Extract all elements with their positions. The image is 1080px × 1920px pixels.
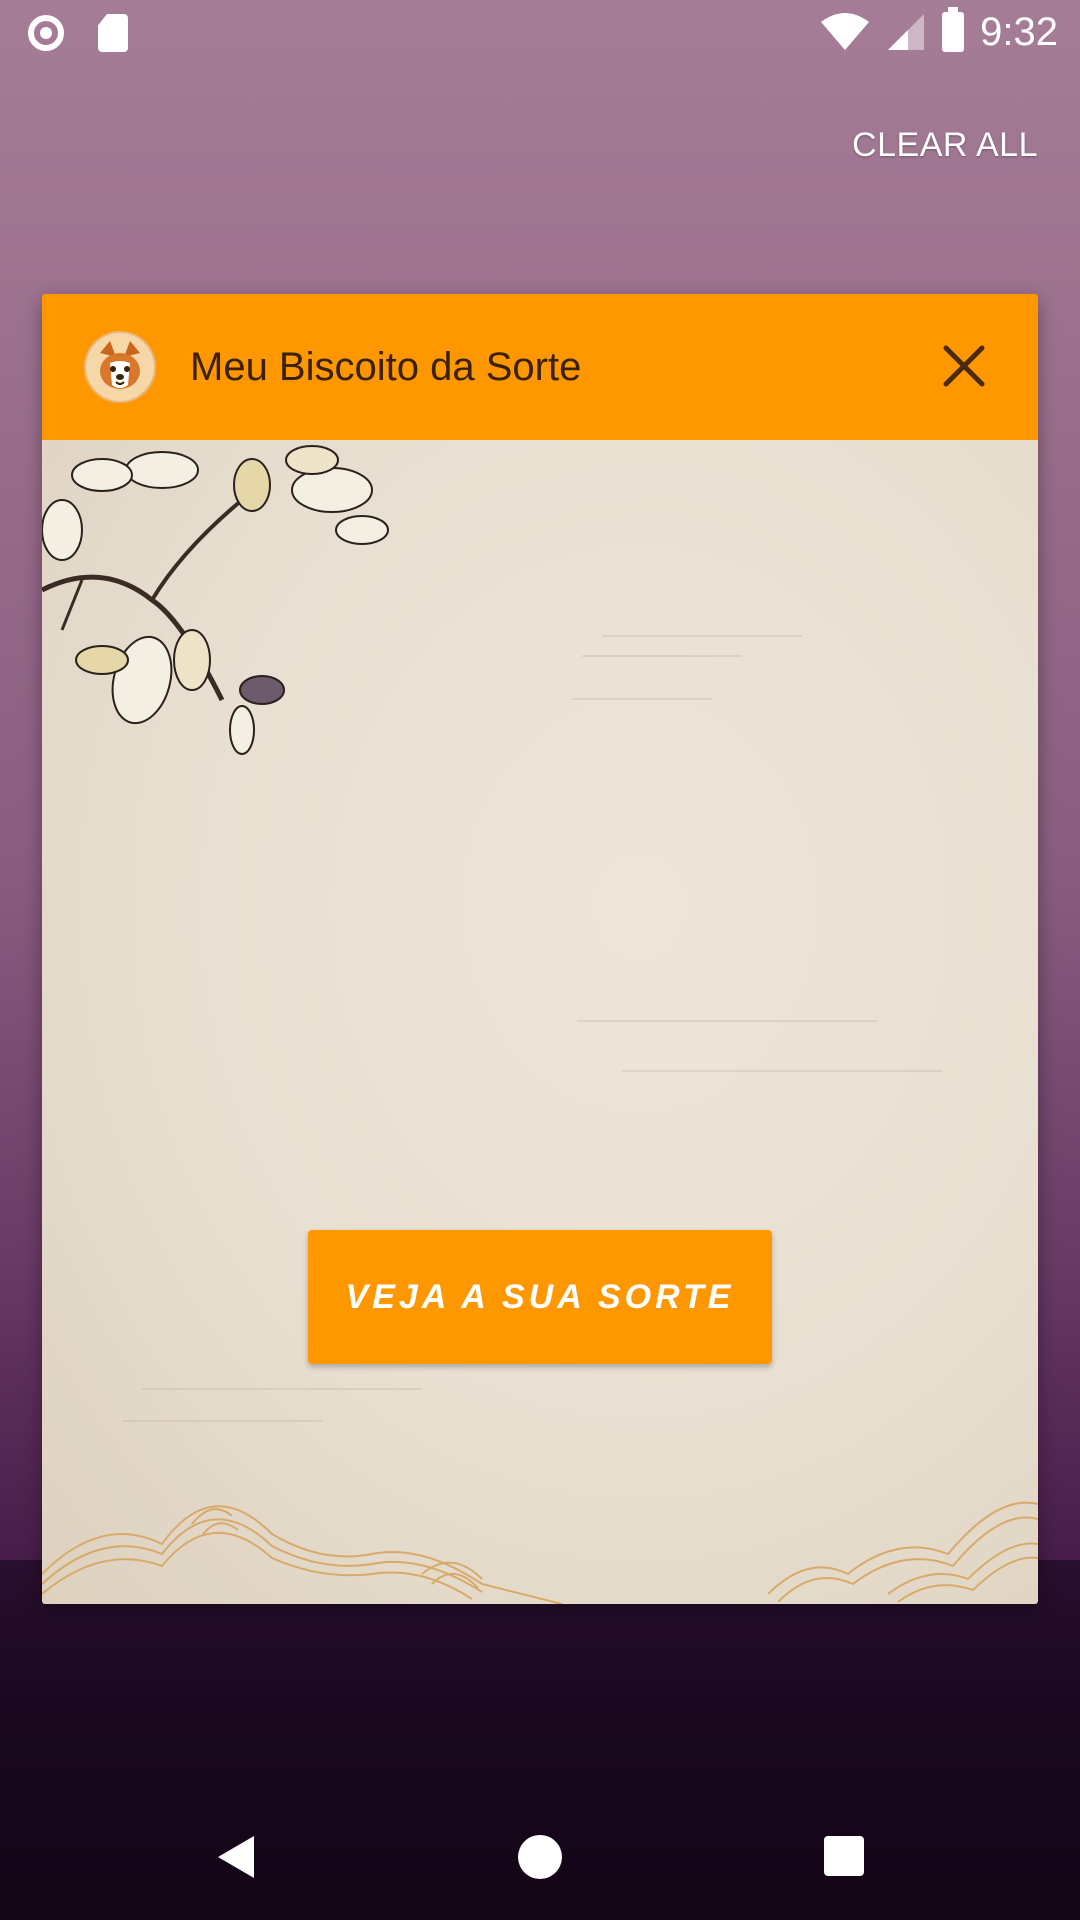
mountains-right-decoration bbox=[768, 1501, 1038, 1603]
status-right: 9:32 bbox=[820, 7, 1058, 56]
magnolia-decoration bbox=[42, 445, 389, 755]
app-screenshot: VEJA A SUA SORTE bbox=[42, 440, 1038, 1604]
recent-app-card[interactable]: Meu Biscoito da Sorte VEJA A SUA SORTE bbox=[42, 294, 1038, 1604]
paper-line bbox=[582, 655, 742, 657]
recents-icon[interactable] bbox=[824, 1836, 864, 1876]
navigation-bar bbox=[0, 1800, 1080, 1920]
clear-all-button[interactable]: CLEAR ALL bbox=[852, 126, 1038, 165]
card-header: Meu Biscoito da Sorte bbox=[42, 294, 1038, 440]
home-icon[interactable] bbox=[518, 1835, 562, 1879]
corgi-icon bbox=[84, 331, 156, 403]
status-left bbox=[28, 14, 128, 52]
mountains-left-decoration bbox=[42, 1505, 562, 1604]
sd-card-icon bbox=[98, 14, 128, 52]
status-time: 9:32 bbox=[980, 10, 1058, 54]
app-title: Meu Biscoito da Sorte bbox=[190, 345, 582, 389]
fortune-button-label: VEJA A SUA SORTE bbox=[345, 1277, 735, 1316]
paper-line bbox=[602, 635, 802, 637]
paper-line bbox=[577, 1020, 877, 1022]
fortune-button[interactable]: VEJA A SUA SORTE bbox=[308, 1230, 772, 1364]
paper-line bbox=[572, 698, 712, 700]
paper-line bbox=[622, 1070, 942, 1072]
battery-icon bbox=[942, 7, 965, 52]
cell-signal-icon bbox=[888, 14, 925, 50]
record-icon bbox=[28, 15, 64, 51]
paper-line bbox=[142, 1388, 422, 1390]
status-bar: 9:32 bbox=[0, 0, 1080, 64]
back-icon[interactable] bbox=[216, 1834, 256, 1880]
close-icon[interactable] bbox=[938, 340, 990, 392]
wifi-icon bbox=[821, 13, 870, 50]
paper-line bbox=[122, 1420, 322, 1422]
